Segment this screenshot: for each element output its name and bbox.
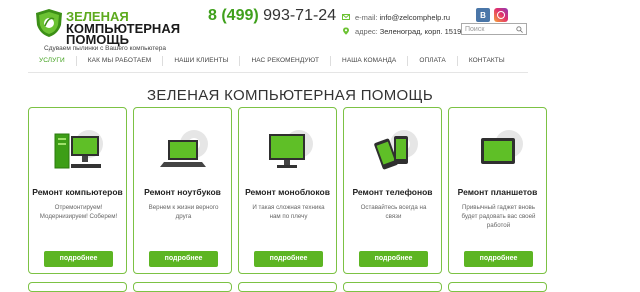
header-contacts: e-mail: info@zelcomphelp.ru адрес: Зелен… — [342, 10, 461, 38]
more-button[interactable]: подробнее — [464, 251, 533, 267]
tablet-icon — [481, 130, 523, 164]
nav-item-payment[interactable]: ОПЛАТА — [408, 56, 458, 66]
more-button[interactable]: подробнее — [44, 251, 113, 267]
service-card-phones: Ремонт телефонов Оставайтесь всегда на с… — [343, 107, 442, 274]
vk-icon[interactable]: В — [476, 8, 490, 22]
service-description: Вернем к жизни верного друга — [148, 204, 219, 220]
service-description: И такая сложная техника нам по плечу — [252, 204, 325, 220]
email-label: e-mail: — [355, 12, 378, 22]
email-link[interactable]: info@zelcomphelp.ru — [380, 13, 451, 22]
instagram-icon[interactable] — [494, 8, 508, 22]
page-title: ЗЕЛЕНАЯ КОМПЬЮТЕРНАЯ ПОМОЩЬ — [146, 87, 434, 104]
nav-item-services[interactable]: УСЛУГИ — [28, 56, 77, 66]
nav-item-how-we-work[interactable]: КАК МЫ РАБОТАЕМ — [77, 56, 164, 66]
address-label: адрес: — [355, 26, 378, 36]
logo-shield-icon — [36, 9, 62, 37]
service-name: Ремонт компьютеров — [32, 187, 123, 197]
social-links: В — [476, 8, 508, 22]
email-row: e-mail: info@zelcomphelp.ru — [342, 10, 461, 24]
service-name: Ремонт моноблоков — [245, 187, 330, 197]
search-placeholder: Поиск — [465, 25, 485, 33]
service-description: Привычный гаджет вновь будет радовать ва… — [461, 204, 536, 229]
phone-icon — [374, 130, 418, 170]
phone-number: 993-71-24 — [263, 7, 337, 24]
header-phone[interactable]: 8 (499) 993-71-24 — [208, 7, 336, 25]
address-value: Зеленоград, корп. 1519 — [379, 26, 462, 36]
service-name: Ремонт телефонов — [352, 187, 433, 197]
service-name: Ремонт планшетов — [457, 187, 538, 197]
main-nav: УСЛУГИ КАК МЫ РАБОТАЕМ НАШИ КЛИЕНТЫ НАС … — [28, 50, 528, 72]
nav-item-recommend[interactable]: НАС РЕКОМЕНДУЮТ — [240, 56, 332, 66]
nav-item-clients[interactable]: НАШИ КЛИЕНТЫ — [163, 56, 241, 66]
nav-item-contacts[interactable]: КОНТАКТЫ — [458, 56, 516, 66]
service-card-monoblocks: Ремонт моноблоков И такая сложная техник… — [238, 107, 337, 274]
service-card-row2 — [343, 282, 442, 292]
nav-divider — [28, 72, 528, 73]
phone-code: 8 (499) — [208, 7, 259, 24]
service-card-computers: Ремонт компьютеров Отремонтируем! Модерн… — [28, 107, 127, 274]
more-button[interactable]: подробнее — [359, 251, 428, 267]
service-card-row2 — [133, 282, 232, 292]
mail-icon — [342, 14, 350, 20]
service-card-row2 — [28, 282, 127, 292]
address-row: адрес: Зеленоград, корп. 1519 — [342, 24, 461, 38]
location-pin-icon — [343, 27, 349, 35]
search-icon[interactable] — [516, 25, 523, 33]
desktop-computer-icon — [54, 130, 103, 169]
site-logo[interactable]: ЗЕЛЕНАЯ КОМПЬЮТЕРНАЯ ПОМОЩЬ Сдуваем пыли… — [34, 6, 184, 52]
monoblock-icon — [269, 130, 313, 168]
service-description: Отремонтируем! Модернизируем! Соберем! — [39, 204, 118, 220]
service-name: Ремонт ноутбуков — [144, 187, 221, 197]
service-card-laptops: Ремонт ноутбуков Вернем к жизни верного … — [133, 107, 232, 274]
more-button[interactable]: подробнее — [254, 251, 323, 267]
service-card-row2 — [238, 282, 337, 292]
nav-item-team[interactable]: НАША КОМАНДА — [331, 56, 409, 66]
search-input[interactable]: Поиск — [461, 23, 527, 35]
service-description: Оставайтесь всегда на связи — [360, 204, 427, 220]
service-card-tablets: Ремонт планшетов Привычный гаджет вновь … — [448, 107, 547, 274]
service-card-row2 — [448, 282, 547, 292]
laptop-icon — [160, 130, 208, 167]
more-button[interactable]: подробнее — [149, 251, 218, 267]
